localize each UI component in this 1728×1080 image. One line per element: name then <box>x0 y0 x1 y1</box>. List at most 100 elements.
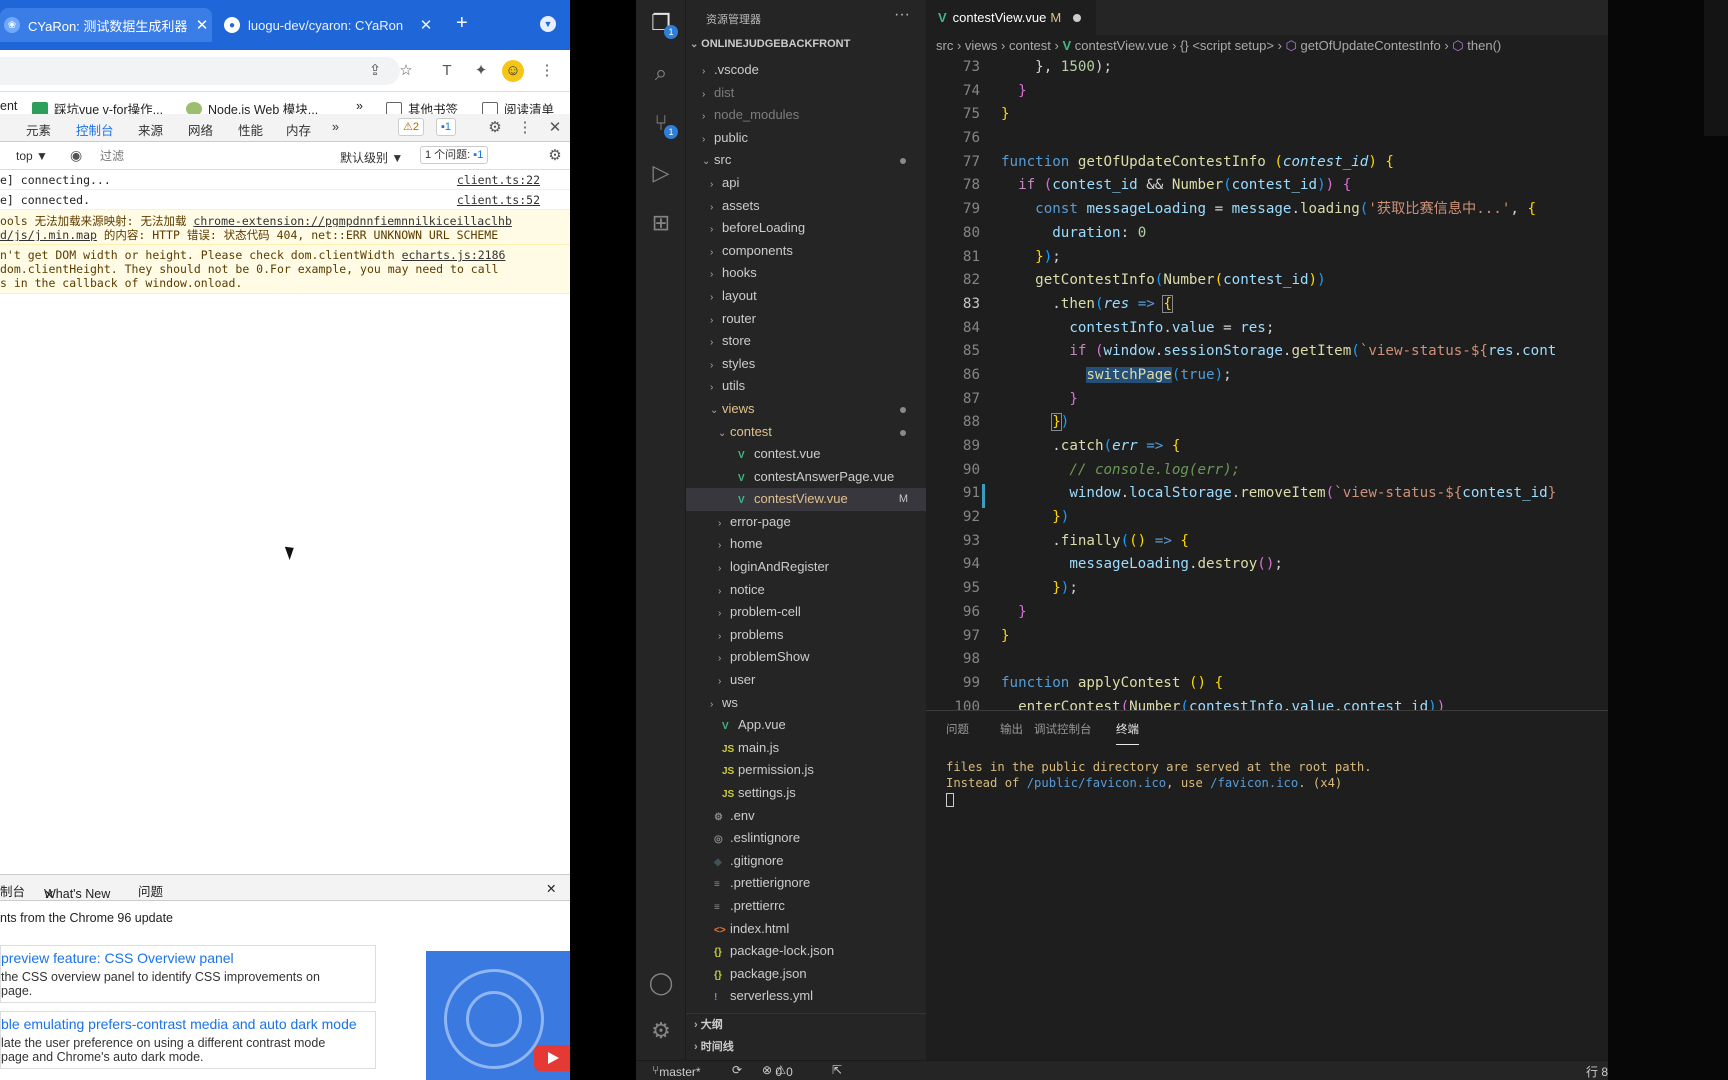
timeline-header[interactable]: › 时间线 <box>686 1036 926 1058</box>
tree-folder[interactable]: › notice <box>686 579 926 602</box>
eye-icon[interactable]: ◉ <box>70 147 82 164</box>
folder-chevron-icon[interactable]: › <box>718 648 730 671</box>
extensions-icon[interactable]: ⊞ <box>648 210 674 236</box>
code-line[interactable]: 74 } <box>926 80 1608 104</box>
folder-chevron-icon[interactable]: › <box>718 558 730 581</box>
folder-chevron-icon[interactable]: › <box>710 219 722 242</box>
bookmark-star-icon[interactable]: ☆ <box>395 60 417 82</box>
tree-folder[interactable]: ⌄ views <box>686 398 926 421</box>
code-line[interactable]: 94 messageLoading.destroy(); <box>926 553 1608 577</box>
folder-open-chevron-icon[interactable]: ⌄ <box>718 423 730 446</box>
devtools-tab-memory[interactable]: 内存 <box>286 120 311 139</box>
chrome-menu-icon[interactable]: ⋮ <box>536 60 558 82</box>
tree-file[interactable]: {} package-lock.json <box>686 940 926 963</box>
code-line[interactable]: 85 if (window.sessionStorage.getItem(`vi… <box>926 340 1608 364</box>
tree-folder[interactable]: › assets <box>686 195 926 218</box>
tree-folder[interactable]: › problem-cell <box>686 601 926 624</box>
code-line[interactable]: 96 } <box>926 601 1608 625</box>
issues-button[interactable]: 1 个问题: ▪1 <box>420 146 489 164</box>
code-line[interactable]: 76 <box>926 127 1608 151</box>
panel-tab-terminal[interactable]: 终端 <box>1116 721 1139 745</box>
tree-folder[interactable]: › home <box>686 533 926 556</box>
workspace-root[interactable]: ⌄ ONLINEJUDGEBACKFRONT <box>690 38 850 50</box>
tree-file[interactable]: JS permission.js <box>686 759 926 782</box>
devtools-tab-sources[interactable]: 来源 <box>138 120 163 139</box>
card-title[interactable]: ble emulating prefers-contrast media and… <box>1 1016 375 1032</box>
code-line[interactable]: 86 switchPage(true); <box>926 364 1608 388</box>
source-link[interactable]: echarts.js:2186 <box>402 248 506 262</box>
console-filter-input[interactable] <box>100 146 330 166</box>
share-icon[interactable]: ⇪ <box>364 60 386 82</box>
panel-tab-debug-console[interactable]: 调试控制台 <box>1034 721 1092 737</box>
tab-search-icon[interactable]: ▼ <box>540 16 556 32</box>
warnings-badge[interactable]: ⚠2 <box>398 118 424 136</box>
card-title[interactable]: preview feature: CSS Overview panel <box>1 950 375 966</box>
code-line[interactable]: 87 } <box>926 388 1608 412</box>
code-line[interactable]: 78 if (contest_id && Number(contest_id))… <box>926 174 1608 198</box>
code-line[interactable]: 88 }) <box>926 411 1608 435</box>
tree-folder[interactable]: › problemShow <box>686 646 926 669</box>
more-actions-icon[interactable]: ··· <box>894 6 910 24</box>
drawer-tab-issues[interactable]: 问题 <box>138 881 163 900</box>
tree-folder[interactable]: › beforeLoading <box>686 217 926 240</box>
youtube-play-icon[interactable] <box>534 1045 570 1071</box>
folder-chevron-icon[interactable]: › <box>718 535 730 558</box>
tree-file[interactable]: ! serverless.yml <box>686 985 926 1008</box>
tree-folder[interactable]: › ws <box>686 692 926 715</box>
source-control-icon[interactable]: ⑂ 1 <box>648 110 678 139</box>
folder-chevron-icon[interactable]: › <box>718 671 730 694</box>
code-line[interactable]: 81 }); <box>926 246 1608 270</box>
folder-chevron-icon[interactable]: › <box>718 603 730 626</box>
tree-file[interactable]: <> index.html <box>686 918 926 941</box>
source-link[interactable]: client.ts:22 <box>457 173 540 187</box>
sourcemap-link[interactable]: chrome-extension://pgmpdnnfiemnnilkiceil… <box>193 214 512 227</box>
tree-file[interactable]: ◆ .gitignore <box>686 850 926 873</box>
messages-badge[interactable]: ▪1 <box>436 118 457 136</box>
folder-open-chevron-icon[interactable]: ⌄ <box>710 400 722 423</box>
folder-chevron-icon[interactable]: › <box>702 129 714 152</box>
folder-chevron-icon[interactable]: › <box>710 287 722 310</box>
tree-folder[interactable]: ⌄ contest <box>686 421 926 444</box>
tree-folder[interactable]: › layout <box>686 285 926 308</box>
log-level-dropdown[interactable]: 默认级别 ▼ <box>340 149 403 166</box>
folder-chevron-icon[interactable]: › <box>710 332 722 355</box>
tree-file[interactable]: JS settings.js <box>686 782 926 805</box>
omnibox[interactable] <box>0 57 400 85</box>
breadcrumb-item[interactable]: then() <box>1467 38 1501 53</box>
close-devtools-icon[interactable]: ✕ <box>544 117 566 139</box>
profile-avatar[interactable]: ☺ <box>502 60 524 82</box>
code-line[interactable]: 93 .finally(() => { <box>926 530 1608 554</box>
code-area[interactable]: 73 }, 1500); 74 } 75} 76 77 function getOfUpd… <box>926 56 1608 719</box>
folder-chevron-icon[interactable]: › <box>710 377 722 400</box>
folder-chevron-icon[interactable]: › <box>710 355 722 378</box>
branch-indicator[interactable]: ⑂ master* <box>652 1063 701 1079</box>
tree-file[interactable]: VcontestAnswerPage.vue <box>686 466 926 489</box>
tree-file[interactable]: JS main.js <box>686 737 926 760</box>
devtools-tab-performance[interactable]: 性能 <box>238 120 263 139</box>
tree-folder[interactable]: › api <box>686 172 926 195</box>
breadcrumb-item[interactable]: contestView.vue <box>1075 38 1169 53</box>
folder-chevron-icon[interactable]: › <box>702 61 714 84</box>
accounts-icon[interactable]: ◯ <box>648 970 674 996</box>
code-line[interactable]: 75} <box>926 103 1608 127</box>
folder-chevron-icon[interactable]: › <box>702 84 714 107</box>
terminal-output[interactable]: files in the public directory are served… <box>946 759 1372 807</box>
folder-chevron-icon[interactable]: › <box>710 694 722 717</box>
manage-gear-icon[interactable]: ⚙ <box>648 1018 674 1044</box>
problems-indicator[interactable]: ⊗ 0 ⚠ 0 <box>762 1063 793 1079</box>
browser-tab-cyaron[interactable]: ❀ CYaRon: 测试数据生成利器 ✕ <box>0 8 212 42</box>
source-link[interactable]: client.ts:52 <box>457 193 540 207</box>
code-line[interactable]: 89 .catch(err => { <box>926 435 1608 459</box>
tree-file[interactable]: {} package.json <box>686 963 926 986</box>
tree-file[interactable]: ⚙ .env <box>686 805 926 828</box>
tree-file[interactable]: ≡ .prettierrc <box>686 895 926 918</box>
search-icon[interactable]: ⌕ <box>648 60 674 86</box>
bookmarks-overflow[interactable]: » <box>356 99 363 113</box>
code-line[interactable]: 90 // console.log(err); <box>926 459 1608 483</box>
tree-file[interactable]: ≡ .prettierignore <box>686 872 926 895</box>
tree-folder[interactable]: › styles <box>686 353 926 376</box>
folder-chevron-icon[interactable]: › <box>718 513 730 536</box>
breadcrumb-item[interactable]: contest <box>1009 38 1051 53</box>
console-settings-icon[interactable]: ⚙ <box>544 145 566 167</box>
cursor-position[interactable]: 行 8 <box>1586 1063 1608 1080</box>
